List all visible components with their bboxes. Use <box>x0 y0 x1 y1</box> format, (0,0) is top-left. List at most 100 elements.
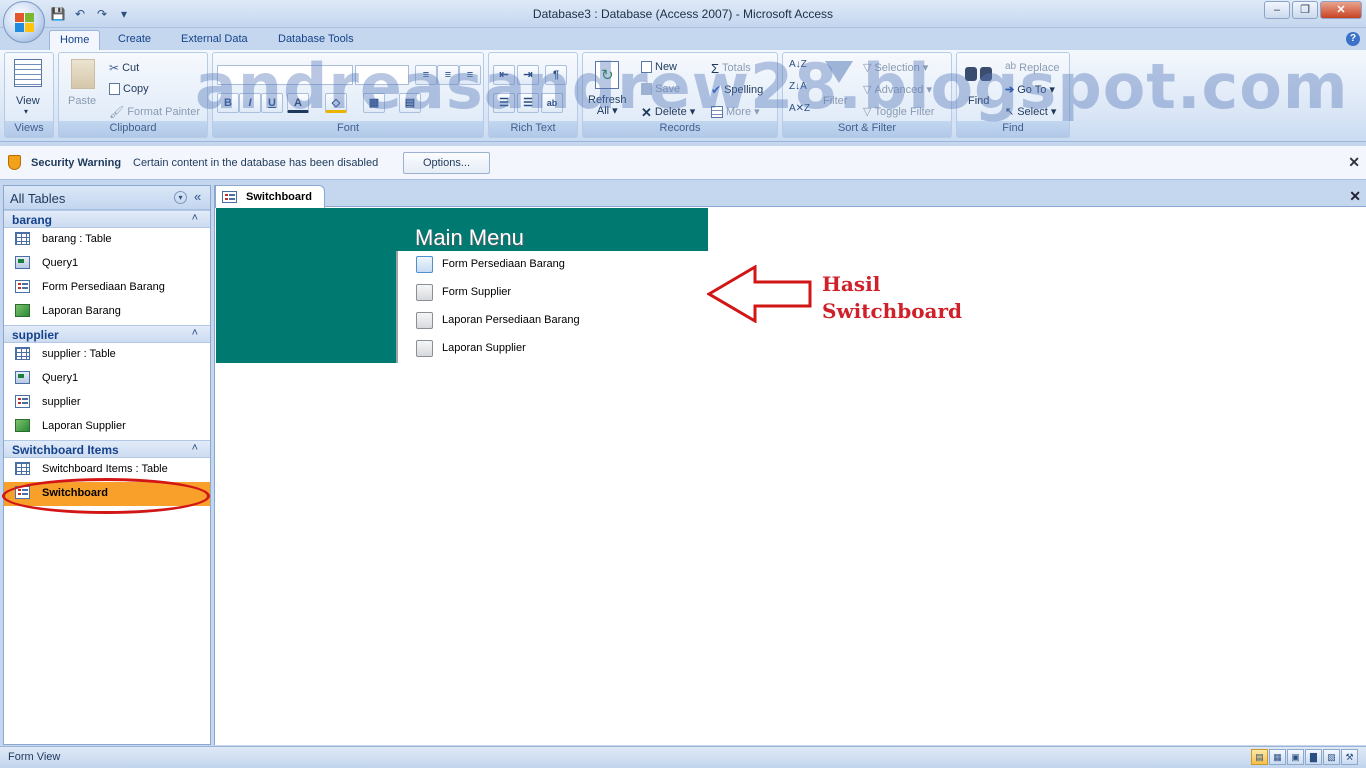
nav-item[interactable]: Laporan Barang <box>4 300 210 324</box>
form-icon <box>222 191 237 203</box>
decrease-indent-icon[interactable]: ⇤ <box>493 65 515 85</box>
records-group-label: Records <box>583 121 777 137</box>
office-button[interactable] <box>3 1 45 43</box>
nav-item[interactable]: Form Persediaan Barang <box>4 276 210 300</box>
copy-button[interactable]: Copy <box>109 83 149 96</box>
sigma-icon: Σ <box>711 61 720 76</box>
alternate-fill-icon[interactable]: ▤ <box>399 93 421 113</box>
text-direction-icon[interactable]: ¶ <box>545 65 567 85</box>
title-bar: 💾 ↶ ↷ ▾ Database3 : Database (Access 200… <box>0 0 1366 28</box>
window-controls: ‒ ❐ ✕ <box>1264 1 1362 19</box>
advanced-button[interactable]: ▽ Advanced ▾ <box>863 83 932 97</box>
sort-descending-icon[interactable]: Z↓A <box>789 81 807 92</box>
pivot-table-view-icon[interactable]: ▣ <box>1287 749 1304 765</box>
datasheet-view-icon[interactable]: ▦ <box>1269 749 1286 765</box>
tab-database-tools[interactable]: Database Tools <box>268 30 364 50</box>
switchboard-option-button[interactable] <box>416 312 433 329</box>
nav-item[interactable]: Query1 <box>4 252 210 276</box>
design-view-icon[interactable]: ⚒ <box>1341 749 1358 765</box>
italic-icon[interactable]: I <box>239 93 261 113</box>
nav-item[interactable]: barang : Table <box>4 228 210 252</box>
save-record-button[interactable]: Save <box>641 83 680 96</box>
nav-item[interactable]: supplier : Table <box>4 343 210 367</box>
font-name-select[interactable] <box>217 65 353 85</box>
options-button[interactable]: Options... <box>403 152 490 174</box>
sort-ascending-icon[interactable]: A↓Z <box>789 59 807 70</box>
tab-create[interactable]: Create <box>108 30 161 50</box>
goto-button[interactable]: ➔ Go To ▾ <box>1005 83 1055 97</box>
bullets-icon[interactable]: ☰ <box>517 93 539 113</box>
bold-icon[interactable]: B <box>217 93 239 113</box>
replace-button[interactable]: ab Replace <box>1005 61 1059 75</box>
pivot-chart-view-icon[interactable]: ▇ <box>1305 749 1322 765</box>
highlight-ellipse <box>2 478 210 514</box>
chevron-up-icon[interactable]: ˄ <box>192 442 198 454</box>
fill-color-icon[interactable]: ◇ <box>325 93 347 113</box>
totals-button[interactable]: Σ Totals <box>711 61 751 76</box>
table-icon <box>15 232 30 245</box>
views-group: View ▾ Views <box>4 52 54 138</box>
selection-button[interactable]: ▽ Selection ▾ <box>863 61 928 75</box>
save-record-icon <box>641 83 652 96</box>
collapse-pane-icon[interactable]: « <box>194 189 201 204</box>
tab-home[interactable]: Home <box>49 30 101 50</box>
chevron-up-icon[interactable]: ˄ <box>192 212 198 224</box>
nav-header[interactable]: All Tables ▾ « <box>4 186 210 210</box>
nav-item[interactable]: Laporan Supplier <box>4 415 210 439</box>
close-icon[interactable]: ✕ <box>1349 188 1361 205</box>
view-icon <box>14 59 42 87</box>
refresh-all-button[interactable]: Refresh All ▾ <box>588 95 627 117</box>
filter-button[interactable]: Filter <box>823 95 847 107</box>
arrow-left-icon <box>707 265 812 323</box>
document-tab-switchboard[interactable]: Switchboard <box>215 185 325 208</box>
paste-button[interactable]: Paste <box>68 95 96 107</box>
form-view-icon[interactable]: ▤ <box>1251 749 1268 765</box>
clipboard-group: Paste ✂ Cut Copy 🖌 Format Painter Clipboar… <box>58 52 208 138</box>
close-button[interactable]: ✕ <box>1320 1 1362 19</box>
delete-record-button[interactable]: ✕ Delete ▾ <box>641 105 695 121</box>
view-button[interactable]: View <box>16 95 40 107</box>
close-icon[interactable]: ✕ <box>1348 154 1360 171</box>
font-color-icon[interactable]: A <box>287 93 309 113</box>
chevron-down-icon[interactable]: ▾ <box>174 191 187 204</box>
spelling-button[interactable]: ✔ Spelling <box>711 83 763 97</box>
help-icon[interactable]: ? <box>1346 32 1360 46</box>
align-left-icon[interactable]: ≡ <box>415 65 437 85</box>
chevron-up-icon[interactable]: ˄ <box>192 327 198 339</box>
numbering-icon[interactable]: ☰ <box>493 93 515 113</box>
maximize-button[interactable]: ❐ <box>1292 1 1318 19</box>
new-record-button[interactable]: New <box>641 61 677 74</box>
minimize-button[interactable]: ‒ <box>1264 1 1290 19</box>
select-button[interactable]: ↖ Select ▾ <box>1005 105 1056 119</box>
security-warning-bar: Security Warning Certain content in the … <box>0 145 1366 180</box>
nav-group-switchboard-items[interactable]: Switchboard Items ˄ <box>4 440 210 458</box>
nav-group-barang[interactable]: barang ˄ <box>4 210 210 228</box>
more-button[interactable]: More ▾ <box>711 105 760 119</box>
switchboard-option-button[interactable] <box>416 256 433 273</box>
nav-item[interactable]: supplier <box>4 391 210 415</box>
clear-sort-icon[interactable]: A✕Z <box>789 103 810 114</box>
gridlines-icon[interactable]: ▦ <box>363 93 385 113</box>
find-button[interactable]: Find <box>968 95 989 107</box>
cut-button[interactable]: ✂ Cut <box>109 61 139 75</box>
font-size-select[interactable] <box>355 65 409 85</box>
status-bar: Form View ▤ ▦ ▣ ▇ ▧ ⚒ <box>0 746 1366 768</box>
switchboard-option-button[interactable] <box>416 340 433 357</box>
selection-icon: ▽ <box>863 62 872 75</box>
delete-icon: ✕ <box>641 105 652 121</box>
tab-external-data[interactable]: External Data <box>171 30 258 50</box>
align-right-icon[interactable]: ≡ <box>459 65 481 85</box>
nav-item[interactable]: Query1 <box>4 367 210 391</box>
switchboard-option-button[interactable] <box>416 284 433 301</box>
increase-indent-icon[interactable]: ⇥ <box>517 65 539 85</box>
more-icon <box>711 106 723 119</box>
format-painter-button[interactable]: 🖌 Format Painter <box>109 105 200 119</box>
nav-group-supplier[interactable]: supplier ˄ <box>4 325 210 343</box>
toggle-filter-button[interactable]: ▽ Toggle Filter <box>863 105 934 119</box>
view-dropdown-icon[interactable]: ▾ <box>24 107 28 116</box>
underline-icon[interactable]: U <box>261 93 283 113</box>
layout-view-icon[interactable]: ▧ <box>1323 749 1340 765</box>
align-center-icon[interactable]: ≡ <box>437 65 459 85</box>
replace-icon: ab <box>1005 61 1017 72</box>
highlight-icon[interactable]: ab <box>541 93 563 113</box>
